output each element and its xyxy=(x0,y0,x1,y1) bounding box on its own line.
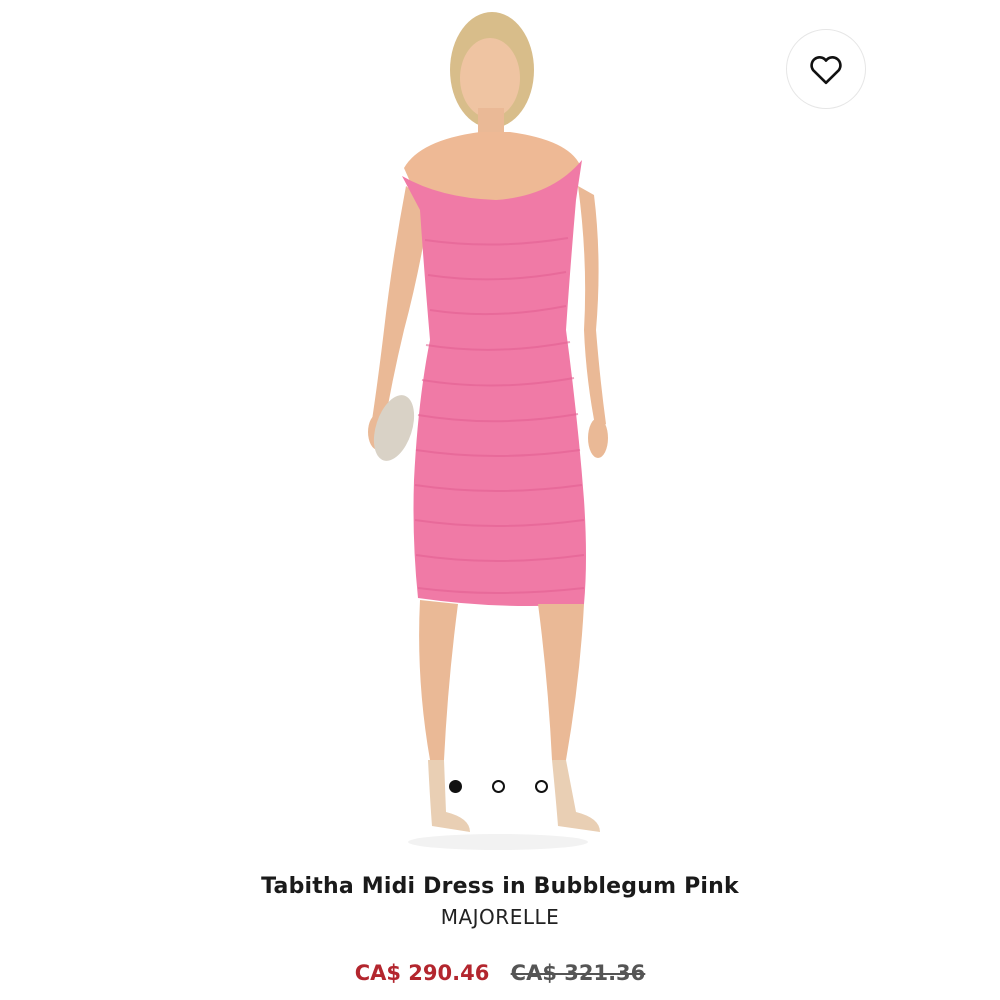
product-image[interactable] xyxy=(0,0,1000,860)
heart-icon xyxy=(810,56,842,85)
sale-price: CA$ 290.46 xyxy=(354,961,490,985)
carousel-dots xyxy=(0,780,998,793)
product-info: Tabitha Midi Dress in Bubblegum Pink MAJ… xyxy=(0,862,1000,985)
carousel-dot-2[interactable] xyxy=(491,780,505,793)
brand-name[interactable]: MAJORELLE xyxy=(0,905,1000,929)
model-photo xyxy=(368,12,608,850)
product-card: Tabitha Midi Dress in Bubblegum Pink MAJ… xyxy=(0,0,1000,1000)
carousel-dot-3[interactable] xyxy=(534,780,548,793)
product-title[interactable]: Tabitha Midi Dress in Bubblegum Pink xyxy=(0,874,1000,899)
price-row: CA$ 290.46 CA$ 321.36 xyxy=(0,961,1000,985)
wishlist-button[interactable] xyxy=(786,29,866,109)
original-price: CA$ 321.36 xyxy=(510,961,646,985)
carousel-dot-1[interactable] xyxy=(448,780,462,793)
